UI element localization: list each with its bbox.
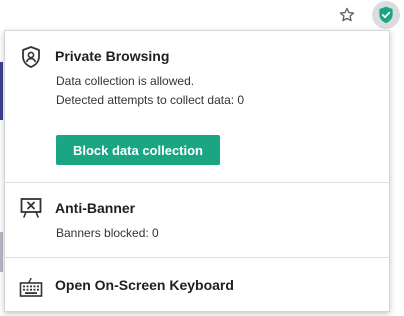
private-browsing-section: Private Browsing Data collection is allo… (5, 31, 389, 182)
anti-banner-section: Anti-Banner Banners blocked: 0 (5, 183, 389, 257)
data-collection-status: Data collection is allowed. (56, 74, 195, 88)
browser-window: Private Browsing Data collection is allo… (0, 0, 404, 316)
private-browsing-title: Private Browsing (55, 48, 170, 64)
bookmark-star-button[interactable] (336, 4, 358, 26)
on-screen-keyboard-item[interactable]: Open On-Screen Keyboard (5, 258, 389, 312)
banners-blocked-count: Banners blocked: 0 (56, 226, 159, 240)
extension-popup: Private Browsing Data collection is allo… (4, 30, 390, 312)
background-page-strip (0, 62, 3, 120)
kaspersky-shield-check-icon (379, 6, 393, 24)
star-outline-icon (339, 7, 355, 22)
browser-toolbar (0, 0, 404, 30)
kaspersky-extension-button[interactable] (372, 1, 400, 29)
on-screen-keyboard-label: Open On-Screen Keyboard (55, 277, 234, 293)
banner-blocked-icon (20, 198, 42, 218)
block-data-collection-button[interactable]: Block data collection (56, 135, 220, 165)
anti-banner-title: Anti-Banner (55, 200, 136, 216)
background-page-strip-lower (0, 232, 3, 272)
keyboard-icon (19, 277, 43, 297)
shield-user-icon (22, 46, 40, 68)
detected-attempts-count: Detected attempts to collect data: 0 (56, 93, 245, 107)
